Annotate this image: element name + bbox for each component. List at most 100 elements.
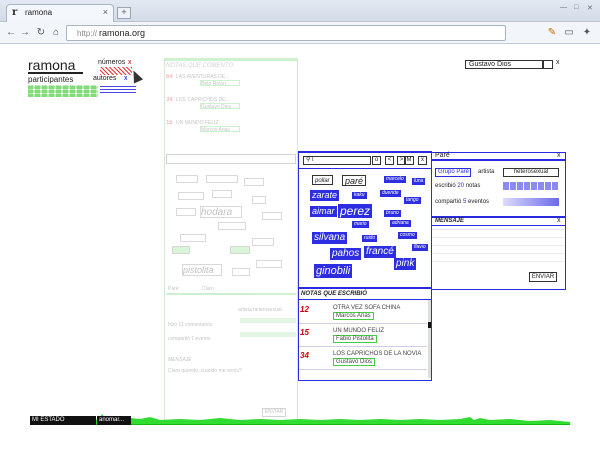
autores-close-icon[interactable]: x (124, 75, 128, 82)
word-tag[interactable]: cosmo (398, 232, 417, 239)
note-title[interactable]: UN MUNDO FELIZ (333, 328, 384, 334)
home-icon[interactable]: ⌂ (49, 26, 63, 40)
profile-close-icon[interactable]: x (557, 152, 561, 159)
word-tag[interactable]: ginobili (314, 264, 353, 278)
word-tag[interactable]: bruno (384, 210, 401, 217)
faded-word (206, 175, 238, 183)
word-tag[interactable]: pahos (330, 248, 362, 260)
send-button[interactable]: ENVIAR (529, 272, 557, 282)
escribio-bar (503, 182, 559, 190)
wordcloud-topline (298, 151, 432, 153)
faded-word (232, 268, 250, 276)
mouse-cursor-icon (128, 68, 144, 84)
faded-word (212, 190, 232, 198)
profile-artista: artista (478, 169, 495, 175)
url-host: ramona.org (99, 28, 146, 38)
group-tag[interactable]: Grupo Paré (435, 168, 471, 177)
user-minimize-button[interactable] (543, 60, 553, 69)
faded-word (252, 238, 274, 246)
faded-word (252, 196, 266, 204)
note-item[interactable]: 12 OTRA VEZ SOFA CHINA Marcos Arias (299, 302, 427, 324)
word-tag[interactable]: silvana (312, 232, 348, 244)
user-name-field[interactable]: Gustavo Dios (465, 60, 543, 69)
note-author[interactable]: Gustavo Dios (333, 358, 376, 366)
extension-icon[interactable]: ✎ (545, 26, 559, 40)
word-tag[interactable]: pink (394, 258, 417, 270)
app-logo[interactable]: ramona (28, 57, 75, 73)
logo-underline (28, 72, 83, 74)
notes-header (298, 287, 432, 289)
word-tag[interactable]: pollar (312, 175, 333, 185)
forward-icon[interactable]: → (18, 26, 32, 40)
word-tag[interactable]: francé (364, 246, 396, 258)
faded-bar (240, 332, 296, 337)
tab-close-icon[interactable]: × (103, 7, 108, 17)
note-author[interactable]: Marcos Arias (333, 312, 374, 320)
browser-toolbar: ← → ↻ ⌂ http:// ramona.org ✎ ▭ ✦ (0, 22, 600, 44)
address-bar[interactable]: http:// ramona.org (66, 25, 506, 41)
faded-word (262, 212, 282, 220)
faded-word (176, 208, 196, 216)
compartio-bar (503, 198, 559, 206)
word-tag[interactable]: luna (412, 178, 426, 185)
faded-profile-row: Paré Claro (166, 285, 296, 295)
numeros-close-icon[interactable]: x (128, 59, 132, 66)
faded-word: hodara (200, 206, 242, 218)
faded-search (166, 154, 296, 164)
note-author[interactable]: Fabio Pistolita (333, 335, 377, 343)
word-tag[interactable]: adriana (390, 220, 411, 227)
wordcloud-search-input[interactable]: ⚲ l (303, 156, 371, 165)
faded-note: 15 UN MUNDO FELIZ Marcos Arias (166, 120, 286, 138)
participantes-label[interactable]: participantes (28, 75, 73, 84)
autores-label[interactable]: autores (93, 75, 116, 82)
word-tag[interactable]: marcelo (384, 176, 406, 183)
window-close-icon[interactable]: ✕ (587, 4, 593, 12)
user-close-icon[interactable]: x (556, 59, 560, 66)
notes-scrollbar[interactable] (428, 300, 431, 378)
word-tag[interactable]: duende (380, 190, 401, 197)
wordcloud-maximize-button[interactable]: M (404, 156, 414, 165)
back-icon[interactable]: ← (4, 26, 18, 40)
word-tag[interactable]: mario (352, 221, 369, 228)
wordcloud-search-button[interactable]: o (372, 156, 381, 165)
notes-scroll-thumb[interactable] (428, 322, 431, 328)
faded-word (230, 246, 250, 254)
word-tag[interactable]: aimar (310, 206, 337, 217)
word-tag[interactable]: paré (342, 175, 367, 186)
note-number: 12 (300, 305, 309, 314)
note-title[interactable]: LOS CAPRICHOS DE LA NOVIA (333, 351, 421, 357)
numeros-label[interactable]: números (98, 59, 125, 66)
faded-word (180, 234, 206, 242)
message-textarea[interactable] (433, 229, 564, 269)
participantes-grid[interactable] (28, 85, 98, 97)
note-item[interactable]: 34 LOS CAPRICHOS DE LA NOVIA Gustavo Dio… (299, 348, 427, 370)
wordcloud-close-button[interactable]: x (418, 156, 427, 165)
faded-word: pistolita (182, 264, 222, 276)
page-menu-icon[interactable]: ▭ (562, 26, 576, 40)
notes-title: NOTAS QUE ESCRIBIÓ (301, 291, 367, 297)
status-input[interactable]: anomar... (97, 416, 131, 425)
note-title[interactable]: OTRA VEZ SOFA CHINA (333, 305, 400, 311)
note-item[interactable]: 15 UN MUNDO FELIZ Fabio Pistolita (299, 325, 427, 347)
autores-chart (100, 84, 136, 93)
word-tag[interactable]: flavio (412, 244, 428, 251)
wrench-icon[interactable]: ✦ (580, 26, 594, 40)
word-tag[interactable]: perez (338, 204, 373, 218)
window-minimize-icon[interactable]: — (560, 4, 567, 11)
wordcloud-prev-button[interactable]: < (385, 156, 394, 165)
word-tag[interactable]: tango (404, 197, 421, 204)
window-maximize-icon[interactable]: □ (574, 4, 578, 11)
my-status-label[interactable]: MI ESTADO (30, 416, 96, 425)
faded-note: 34 LOS CAPRICHOS DE... Gustavo Dios (166, 97, 286, 115)
word-tag[interactable]: zarate (310, 190, 340, 201)
reload-icon[interactable]: ↻ (34, 26, 48, 40)
browser-tab[interactable]: r ramona × (6, 4, 114, 22)
faded-comentarios: hizo 11 comentarios (168, 322, 213, 328)
profile-title: Paré (435, 152, 450, 159)
new-tab-button[interactable]: + (117, 7, 131, 19)
faded-bar (240, 318, 296, 323)
word-tag[interactable]: kaku (352, 192, 367, 199)
numeros-chart (100, 67, 132, 75)
word-tag[interactable]: ruido (362, 235, 378, 242)
message-close-icon[interactable]: x (557, 217, 561, 224)
